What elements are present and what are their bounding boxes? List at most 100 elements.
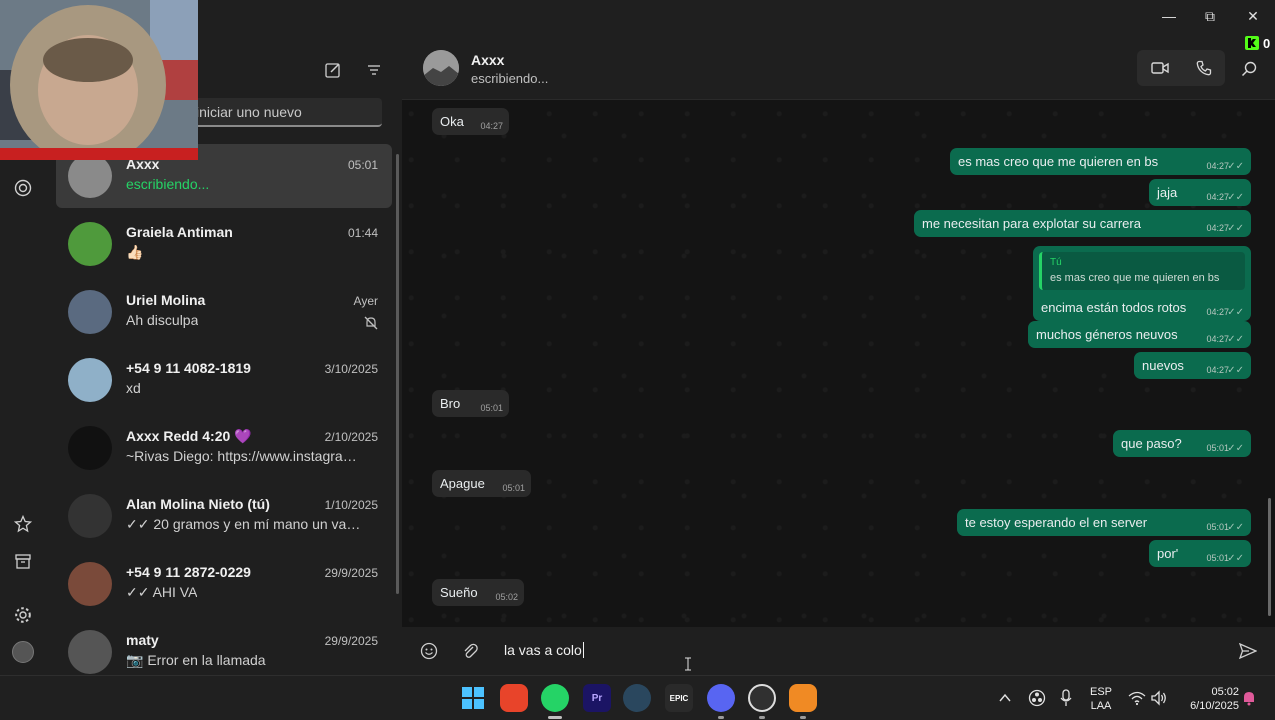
notifications-bell-icon[interactable] — [1242, 690, 1256, 706]
conversation-header: Axxx escribiendo... — [402, 38, 1275, 100]
windows-start-taskbar-icon[interactable] — [459, 684, 487, 712]
filter-icon[interactable] — [362, 58, 386, 82]
outgoing-message[interactable]: es mas creo que me quieren en bs 04:27 ✓✓ — [950, 148, 1251, 175]
outgoing-message[interactable]: Tú es mas creo que me quieren en bs encima… — [1033, 246, 1251, 321]
whatsapp-window: — ⧉ ✕ iniciar uno nuevo Axxx 05:01 escri… — [0, 0, 1275, 675]
incoming-message[interactable]: Sueño 05:02 — [432, 579, 524, 606]
chat-list-item[interactable]: Alan Molina Nieto (tú) 1/10/2025 ✓✓ 20 gra… — [56, 484, 392, 548]
message-time: 04:27 — [1206, 307, 1229, 317]
chat-name: +54 9 11 2872-0229 — [126, 564, 251, 580]
search-messages-icon[interactable] — [1238, 58, 1260, 80]
attach-icon[interactable] — [458, 639, 482, 663]
chat-time: 3/10/2025 — [324, 362, 378, 376]
running-indicator — [759, 716, 765, 719]
chat-preview: escribiendo... — [126, 176, 210, 192]
video-call-icon[interactable] — [1147, 56, 1173, 80]
starred-icon[interactable] — [11, 512, 35, 536]
outgoing-message[interactable]: que paso? 05:01 ✓✓ — [1113, 430, 1251, 457]
message-text: Oka — [440, 114, 464, 129]
chat-preview: xd — [126, 380, 141, 396]
fl-studio-taskbar-icon[interactable] — [789, 684, 817, 712]
contact-status: escribiendo... — [471, 71, 549, 86]
chat-avatar — [68, 222, 112, 266]
chat-list-item[interactable]: +54 9 11 2872-0229 29/9/2025 ✓✓ AHI VA — [56, 552, 392, 616]
wifi-icon[interactable] — [1128, 690, 1146, 706]
conversation-panel: Axxx escribiendo... Oka 04:27 es mas creo … — [402, 38, 1275, 675]
clock-date: 6/10/2025 — [1190, 700, 1239, 712]
text-caret — [582, 642, 584, 658]
new-chat-icon[interactable] — [321, 58, 345, 82]
running-indicator — [548, 716, 562, 719]
read-receipt-icon: ✓✓ — [1227, 522, 1244, 533]
settings-gear-icon[interactable] — [11, 603, 35, 627]
chat-name: Graiela Antiman — [126, 224, 233, 240]
discord-taskbar-icon[interactable] — [707, 684, 735, 712]
message-text: Bro — [440, 396, 461, 411]
volume-icon[interactable] — [1150, 690, 1168, 706]
message-list: Oka 04:27 es mas creo que me quieren en bs… — [402, 100, 1275, 627]
incoming-message[interactable]: Oka 04:27 — [432, 108, 509, 135]
outgoing-message[interactable]: nuevos 04:27 ✓✓ — [1134, 352, 1251, 379]
chat-avatar — [68, 290, 112, 334]
quote-text: es mas creo que me quieren en bs — [1050, 272, 1220, 284]
obs-tray-icon[interactable] — [1028, 689, 1046, 707]
profile-avatar[interactable] — [11, 640, 35, 664]
message-list-scrollbar[interactable] — [1268, 498, 1271, 616]
contact-name[interactable]: Axxx — [471, 52, 504, 68]
language-indicator[interactable]: ESP LAA — [1086, 685, 1116, 713]
incoming-message[interactable]: Bro 05:01 — [432, 390, 509, 417]
message-time: 04:27 — [480, 121, 503, 131]
message-input[interactable]: la vas a colo — [504, 642, 584, 658]
message-text: te estoy esperando el en server — [965, 515, 1148, 530]
chat-avatar — [68, 630, 112, 674]
webcam-overlay — [0, 0, 198, 160]
message-time: 05:01 — [1206, 522, 1229, 532]
outgoing-message[interactable]: jaja 04:27 ✓✓ — [1149, 179, 1251, 206]
outgoing-message[interactable]: por' 05:01 ✓✓ — [1149, 540, 1251, 567]
read-receipt-icon: ✓✓ — [1227, 365, 1244, 376]
message-text: que paso? — [1121, 436, 1182, 451]
tray-chevron-up-icon[interactable] — [998, 691, 1012, 705]
send-icon[interactable] — [1236, 639, 1260, 663]
status-icon[interactable] — [11, 176, 35, 200]
message-time: 04:27 — [1206, 161, 1229, 171]
chat-list-item[interactable]: Axxx Redd 4:20 💜 2/10/2025 ~Rivas Diego: h… — [56, 416, 392, 480]
premiere-label: Pr — [591, 692, 603, 704]
read-receipt-icon: ✓✓ — [1227, 307, 1244, 318]
brave-taskbar-icon[interactable] — [500, 684, 528, 712]
clock[interactable]: 05:02 6/10/2025 — [1177, 685, 1239, 713]
chat-preview: ~Rivas Diego: https://www.instagram.c... — [126, 448, 366, 464]
chat-list-item[interactable]: Uriel Molina Ayer Ah disculpa — [56, 280, 392, 344]
chat-name: Uriel Molina — [126, 292, 206, 308]
maximize-button[interactable]: ⧉ — [1190, 4, 1230, 28]
outgoing-message[interactable]: muchos géneros neuvos 04:27 ✓✓ — [1028, 321, 1251, 348]
epic-games-taskbar-icon[interactable]: EPIC — [665, 684, 693, 712]
chat-list-item[interactable]: Graiela Antiman 01:44 👍🏻 — [56, 212, 392, 276]
chat-name: +54 9 11 4082-1819 — [126, 360, 251, 376]
quoted-message[interactable]: Tú es mas creo que me quieren en bs — [1039, 252, 1245, 290]
chat-name: maty — [126, 632, 159, 648]
read-receipt-icon: ✓✓ — [1227, 443, 1244, 454]
chat-list-scrollbar[interactable] — [396, 154, 399, 594]
voice-call-icon[interactable] — [1191, 56, 1217, 80]
incoming-message[interactable]: Apague 05:01 — [432, 470, 531, 497]
minimize-button[interactable]: — — [1149, 4, 1189, 28]
chat-list-item[interactable]: +54 9 11 4082-1819 3/10/2025 xd — [56, 348, 392, 412]
obs-taskbar-icon[interactable] — [748, 684, 776, 712]
steam-taskbar-icon[interactable] — [623, 684, 651, 712]
chat-avatar — [68, 154, 112, 198]
chat-avatar — [68, 494, 112, 538]
outgoing-message[interactable]: me necesitan para explotar su carrera 04:… — [914, 210, 1251, 237]
outgoing-message[interactable]: te estoy esperando el en server 05:01 ✓✓ — [957, 509, 1251, 536]
contact-avatar[interactable] — [423, 50, 459, 86]
message-time: 04:27 — [1206, 334, 1229, 344]
epic-games-label: EPIC — [669, 693, 689, 703]
search-placeholder: iniciar uno nuevo — [196, 104, 302, 120]
whatsapp-taskbar-icon[interactable] — [541, 684, 569, 712]
emoji-icon[interactable] — [417, 639, 441, 663]
archive-icon[interactable] — [11, 549, 35, 573]
close-button[interactable]: ✕ — [1233, 4, 1273, 28]
microphone-icon[interactable] — [1058, 688, 1074, 708]
premiere-taskbar-icon[interactable]: Pr — [583, 684, 611, 712]
language-line2: LAA — [1090, 700, 1112, 712]
